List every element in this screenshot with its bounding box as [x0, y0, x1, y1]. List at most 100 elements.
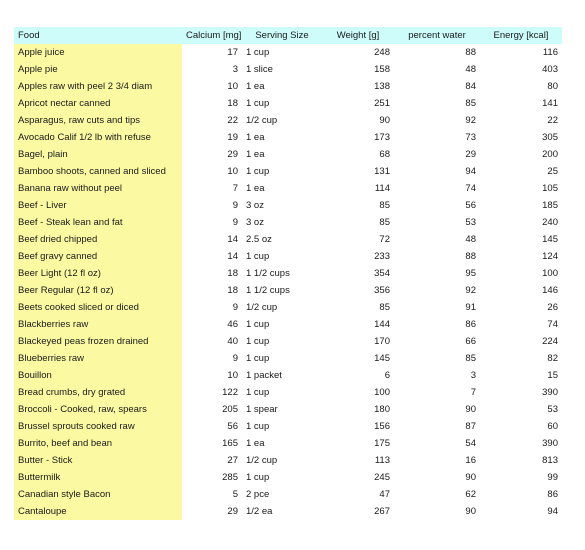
- cell-calcium: 9: [182, 350, 242, 367]
- cell-percent-water: 16: [394, 452, 480, 469]
- table-row[interactable]: Apples raw with peel 2 3/4 diam 10 1 ea 138…: [14, 78, 562, 95]
- cell-calcium: 205: [182, 401, 242, 418]
- cell-calcium: 285: [182, 469, 242, 486]
- cell-energy: 124: [480, 248, 562, 265]
- cell-percent-water: 73: [394, 129, 480, 146]
- cell-weight: 245: [322, 469, 394, 486]
- table-row[interactable]: Beef - Liver 9 3 oz 85 56 185: [14, 197, 562, 214]
- cell-percent-water: 7: [394, 384, 480, 401]
- cell-food: Beets cooked sliced or diced: [14, 299, 182, 316]
- cell-percent-water: 86: [394, 316, 480, 333]
- cell-calcium: 10: [182, 78, 242, 95]
- column-header-serving-size[interactable]: Serving Size: [242, 27, 322, 44]
- cell-weight: 170: [322, 333, 394, 350]
- table-row[interactable]: Bamboo shoots, canned and sliced 10 1 cup 1…: [14, 163, 562, 180]
- cell-energy: 94: [480, 503, 562, 520]
- nutrition-table: Food Calcium [mg] Serving Size Weight [g…: [14, 27, 562, 520]
- cell-serving-size: 1 ea: [242, 129, 322, 146]
- cell-weight: 72: [322, 231, 394, 248]
- table-row[interactable]: Beer Regular (12 fl oz) 18 1 1/2 cups 356 92…: [14, 282, 562, 299]
- cell-calcium: 40: [182, 333, 242, 350]
- table-row[interactable]: Butter - Stick 27 1/2 cup 113 16 813: [14, 452, 562, 469]
- cell-weight: 175: [322, 435, 394, 452]
- cell-calcium: 18: [182, 282, 242, 299]
- table-row[interactable]: Burrito, beef and bean 165 1 ea 175 54 390: [14, 435, 562, 452]
- cell-weight: 6: [322, 367, 394, 384]
- table-header-row: Food Calcium [mg] Serving Size Weight [g…: [14, 27, 562, 44]
- cell-calcium: 122: [182, 384, 242, 401]
- table-row[interactable]: Blackberries raw 46 1 cup 144 86 74: [14, 316, 562, 333]
- cell-food: Apple pie: [14, 61, 182, 78]
- cell-weight: 68: [322, 146, 394, 163]
- nutrition-table-container: Food Calcium [mg] Serving Size Weight [g…: [14, 27, 562, 520]
- cell-calcium: 14: [182, 248, 242, 265]
- column-header-percent-water[interactable]: percent water: [394, 27, 480, 44]
- cell-percent-water: 95: [394, 265, 480, 282]
- cell-weight: 85: [322, 197, 394, 214]
- table-row[interactable]: Beer Light (12 fl oz) 18 1 1/2 cups 354 95 10…: [14, 265, 562, 282]
- cell-energy: 146: [480, 282, 562, 299]
- cell-serving-size: 1 ea: [242, 180, 322, 197]
- table-row[interactable]: Beef dried chipped 14 2.5 oz 72 48 145: [14, 231, 562, 248]
- table-row[interactable]: Banana raw without peel 7 1 ea 114 74 105: [14, 180, 562, 197]
- cell-energy: 60: [480, 418, 562, 435]
- cell-food: Beef - Liver: [14, 197, 182, 214]
- cell-calcium: 3: [182, 61, 242, 78]
- table-row[interactable]: Bouillon 10 1 packet 6 3 15: [14, 367, 562, 384]
- cell-calcium: 29: [182, 146, 242, 163]
- cell-calcium: 10: [182, 163, 242, 180]
- cell-food: Burrito, beef and bean: [14, 435, 182, 452]
- cell-serving-size: 1/2 cup: [242, 299, 322, 316]
- table-row[interactable]: Brussel sprouts cooked raw 56 1 cup 156 87 60: [14, 418, 562, 435]
- table-row[interactable]: Cantaloupe 29 1/2 ea 267 90 94: [14, 503, 562, 520]
- cell-energy: 105: [480, 180, 562, 197]
- cell-serving-size: 1/2 ea: [242, 503, 322, 520]
- table-row[interactable]: Apple pie 3 1 slice 158 48 403: [14, 61, 562, 78]
- cell-calcium: 7: [182, 180, 242, 197]
- cell-weight: 180: [322, 401, 394, 418]
- table-row[interactable]: Apricot nectar canned 18 1 cup 251 85 141: [14, 95, 562, 112]
- table-row[interactable]: Canadian style Bacon 5 2 pce 47 62 86: [14, 486, 562, 503]
- cell-percent-water: 90: [394, 401, 480, 418]
- table-row[interactable]: Asparagus, raw cuts and tips 22 1/2 cup 90 9…: [14, 112, 562, 129]
- cell-percent-water: 88: [394, 248, 480, 265]
- column-header-food[interactable]: Food: [14, 27, 182, 44]
- cell-weight: 267: [322, 503, 394, 520]
- cell-percent-water: 56: [394, 197, 480, 214]
- cell-calcium: 5: [182, 486, 242, 503]
- table-body: Apple juice 17 1 cup 248 88 116 Apple pie 3 1 sl…: [14, 44, 562, 520]
- cell-weight: 248: [322, 44, 394, 61]
- cell-serving-size: 1 spear: [242, 401, 322, 418]
- table-row[interactable]: Beets cooked sliced or diced 9 1/2 cup 85 91…: [14, 299, 562, 316]
- table-row[interactable]: Bagel, plain 29 1 ea 68 29 200: [14, 146, 562, 163]
- table-row[interactable]: Apple juice 17 1 cup 248 88 116: [14, 44, 562, 61]
- cell-weight: 138: [322, 78, 394, 95]
- cell-percent-water: 48: [394, 61, 480, 78]
- cell-serving-size: 1 1/2 cups: [242, 265, 322, 282]
- cell-percent-water: 29: [394, 146, 480, 163]
- table-row[interactable]: Beef gravy canned 14 1 cup 233 88 124: [14, 248, 562, 265]
- cell-serving-size: 1 cup: [242, 95, 322, 112]
- cell-percent-water: 90: [394, 469, 480, 486]
- column-header-energy[interactable]: Energy [kcal]: [480, 27, 562, 44]
- cell-serving-size: 1 ea: [242, 78, 322, 95]
- cell-energy: 80: [480, 78, 562, 95]
- table-row[interactable]: Blueberries raw 9 1 cup 145 85 82: [14, 350, 562, 367]
- cell-weight: 100: [322, 384, 394, 401]
- cell-percent-water: 3: [394, 367, 480, 384]
- cell-food: Cantaloupe: [14, 503, 182, 520]
- cell-weight: 173: [322, 129, 394, 146]
- table-row[interactable]: Beef - Steak lean and fat 9 3 oz 85 53 240: [14, 214, 562, 231]
- cell-weight: 131: [322, 163, 394, 180]
- table-row[interactable]: Broccoli - Cooked, raw, spears 205 1 spear…: [14, 401, 562, 418]
- cell-food: Blackeyed peas frozen drained: [14, 333, 182, 350]
- table-row[interactable]: Buttermilk 285 1 cup 245 90 99: [14, 469, 562, 486]
- column-header-weight[interactable]: Weight [g]: [322, 27, 394, 44]
- cell-calcium: 19: [182, 129, 242, 146]
- table-row[interactable]: Bread crumbs, dry grated 122 1 cup 100 7 390: [14, 384, 562, 401]
- table-row[interactable]: Blackeyed peas frozen drained 40 1 cup 170 6…: [14, 333, 562, 350]
- cell-energy: 86: [480, 486, 562, 503]
- table-row[interactable]: Avocado Calif 1/2 lb with refuse 19 1 ea 17…: [14, 129, 562, 146]
- cell-serving-size: 1 cup: [242, 469, 322, 486]
- column-header-calcium[interactable]: Calcium [mg]: [182, 27, 242, 44]
